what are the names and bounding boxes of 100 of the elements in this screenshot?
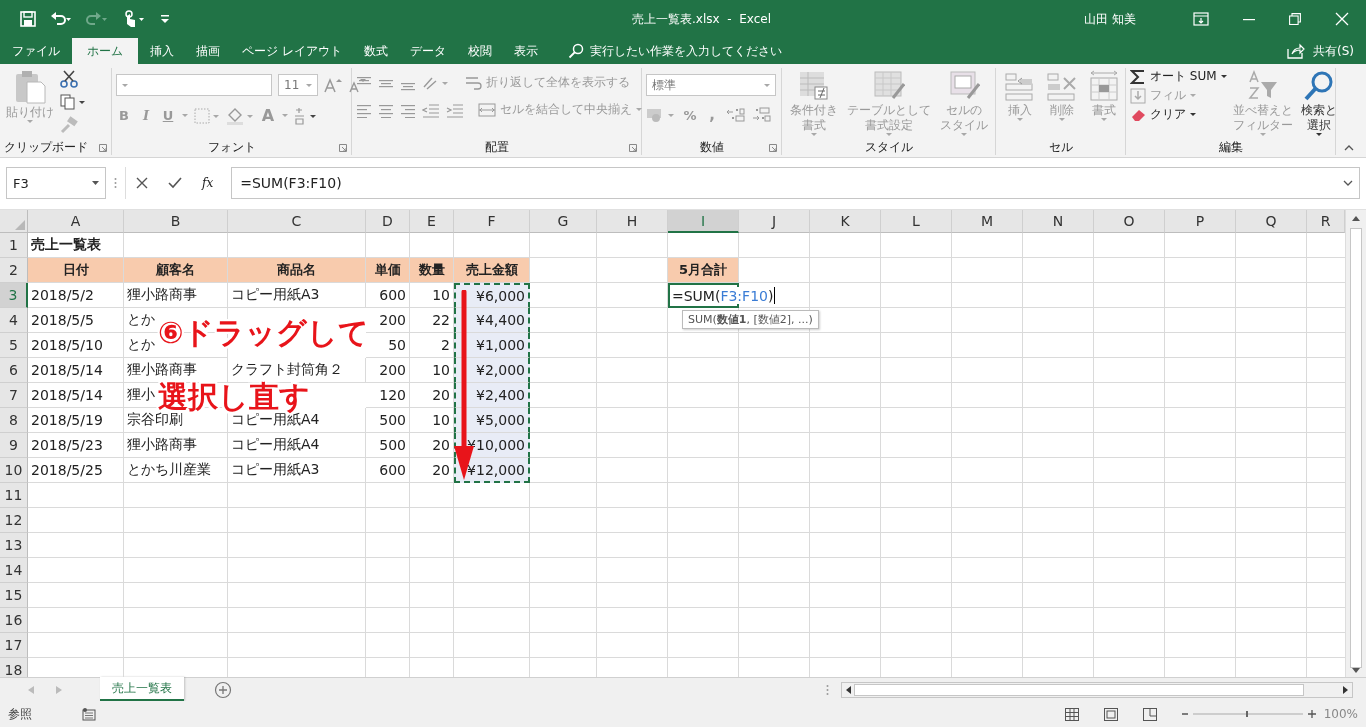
restore-icon[interactable] bbox=[1289, 13, 1301, 25]
column-header[interactable]: Q bbox=[1236, 210, 1307, 233]
copy-icon[interactable] bbox=[60, 94, 86, 110]
dialog-launcher-icon[interactable] bbox=[629, 144, 637, 152]
row-header[interactable]: 18 bbox=[0, 658, 28, 677]
column-header[interactable]: F bbox=[454, 210, 530, 233]
close-icon[interactable] bbox=[1335, 12, 1349, 26]
row-header[interactable]: 2 bbox=[0, 258, 28, 283]
ribbon-tab[interactable]: ホーム bbox=[72, 38, 138, 64]
column-header[interactable]: P bbox=[1165, 210, 1236, 233]
row-header[interactable]: 3 bbox=[0, 283, 28, 308]
shrink-font-icon[interactable] bbox=[348, 77, 366, 93]
undo-icon[interactable] bbox=[50, 11, 72, 27]
ribbon-tab[interactable]: 校閲 bbox=[457, 38, 502, 64]
font-size-field[interactable]: 11 bbox=[278, 74, 318, 96]
column-header[interactable]: K bbox=[810, 210, 881, 233]
column-header[interactable]: D bbox=[366, 210, 410, 233]
touch-icon[interactable] bbox=[122, 10, 146, 28]
phonetic-icon[interactable] bbox=[294, 106, 318, 125]
decrease-decimal-icon[interactable] bbox=[752, 107, 772, 123]
ribbon-display-icon[interactable] bbox=[1193, 12, 1209, 26]
grow-font-icon[interactable] bbox=[324, 77, 342, 93]
row-header[interactable]: 6 bbox=[0, 358, 28, 383]
column-header[interactable]: H bbox=[597, 210, 668, 233]
ribbon-tab[interactable]: ファイル bbox=[2, 38, 70, 64]
row-header[interactable]: 15 bbox=[0, 583, 28, 608]
column-header[interactable]: G bbox=[530, 210, 597, 233]
row-header[interactable]: 12 bbox=[0, 508, 28, 533]
row-header[interactable]: 16 bbox=[0, 608, 28, 633]
row-header[interactable]: 17 bbox=[0, 633, 28, 658]
column-header[interactable]: M bbox=[952, 210, 1023, 233]
increase-decimal-icon[interactable] bbox=[726, 107, 746, 123]
row-header[interactable]: 10 bbox=[0, 458, 28, 483]
row-header[interactable]: 13 bbox=[0, 533, 28, 558]
format-painter-icon[interactable] bbox=[60, 116, 78, 134]
column-header[interactable]: R bbox=[1307, 210, 1345, 233]
formula-field[interactable]: =SUM(F3:F10) bbox=[231, 167, 1360, 199]
increase-indent-icon[interactable] bbox=[446, 101, 464, 118]
customize-icon[interactable] bbox=[160, 13, 170, 25]
row-header[interactable]: 5 bbox=[0, 333, 28, 358]
decrease-indent-icon[interactable] bbox=[422, 101, 440, 118]
column-header[interactable]: E bbox=[410, 210, 454, 233]
ribbon-tab[interactable]: ページ レイアウト bbox=[232, 38, 352, 64]
dialog-launcher-icon[interactable] bbox=[339, 144, 347, 152]
macro-record-icon[interactable] bbox=[82, 707, 96, 721]
column-header[interactable]: N bbox=[1023, 210, 1094, 233]
find-select-button[interactable]: 検索と 選択 bbox=[1298, 68, 1339, 138]
page-layout-icon[interactable] bbox=[1103, 707, 1118, 721]
row-header[interactable]: 8 bbox=[0, 408, 28, 433]
next-sheet-icon[interactable] bbox=[56, 685, 62, 694]
name-box[interactable]: F3 bbox=[6, 167, 106, 199]
redo-icon[interactable] bbox=[86, 11, 108, 27]
horizontal-scrollbar[interactable] bbox=[841, 681, 1353, 698]
row-header[interactable]: 1 bbox=[0, 233, 28, 258]
scroll-up-icon[interactable] bbox=[1352, 216, 1360, 221]
row-header[interactable]: 11 bbox=[0, 483, 28, 508]
ribbon-tab[interactable]: 表示 bbox=[503, 38, 548, 64]
column-header[interactable]: B bbox=[124, 210, 228, 233]
cell-formula[interactable]: =SUM(F3:F10) bbox=[672, 287, 776, 304]
column-header[interactable]: I bbox=[668, 210, 739, 233]
scroll-thumb[interactable] bbox=[854, 683, 1304, 696]
column-header[interactable]: O bbox=[1094, 210, 1165, 233]
column-header[interactable]: C bbox=[228, 210, 366, 233]
row-header[interactable]: 9 bbox=[0, 433, 28, 458]
insert-function-button[interactable]: fx bbox=[202, 176, 214, 190]
column-header[interactable]: L bbox=[881, 210, 952, 233]
zoom-slider-icon[interactable] bbox=[1181, 709, 1318, 719]
ribbon-tab[interactable]: 数式 bbox=[353, 38, 398, 64]
number-format-field[interactable]: 標準 bbox=[646, 74, 776, 96]
currency-icon[interactable] bbox=[646, 106, 676, 124]
cut-icon[interactable] bbox=[60, 70, 78, 88]
page-break-icon[interactable] bbox=[1142, 707, 1157, 721]
sheet-tab[interactable]: 売上一覧表 bbox=[100, 677, 184, 701]
add-sheet-icon[interactable] bbox=[214, 680, 232, 699]
font-name-field[interactable] bbox=[116, 74, 272, 96]
scroll-right-icon[interactable] bbox=[1343, 685, 1348, 694]
row-header[interactable]: 14 bbox=[0, 558, 28, 583]
scroll-thumb[interactable] bbox=[1350, 228, 1362, 668]
column-header[interactable]: J bbox=[739, 210, 810, 233]
ribbon-tab[interactable]: 描画 bbox=[186, 38, 230, 64]
save-icon[interactable] bbox=[20, 11, 36, 27]
scroll-left-icon[interactable] bbox=[846, 685, 851, 694]
share-button[interactable]: 共有(S) bbox=[1275, 38, 1366, 64]
normal-view-icon[interactable] bbox=[1064, 707, 1079, 721]
row-header[interactable]: 4 bbox=[0, 308, 28, 333]
vertical-scrollbar[interactable] bbox=[1345, 210, 1366, 677]
ribbon-tab[interactable]: 挿入 bbox=[140, 38, 184, 64]
ribbon-tab[interactable]: データ bbox=[399, 38, 456, 64]
fill-color-icon[interactable] bbox=[226, 106, 254, 125]
prev-sheet-icon[interactable] bbox=[28, 685, 34, 694]
collapse-ribbon-icon[interactable] bbox=[1344, 145, 1354, 151]
column-header[interactable]: A bbox=[28, 210, 124, 233]
dialog-launcher-icon[interactable] bbox=[769, 144, 777, 152]
row-header[interactable]: 7 bbox=[0, 383, 28, 408]
cancel-icon[interactable] bbox=[136, 177, 148, 189]
autosum-button[interactable]: オート SUM bbox=[1130, 68, 1227, 85]
clear-button[interactable]: クリア bbox=[1130, 106, 1227, 123]
tell-me-field[interactable]: 実行したい作業を入力してください bbox=[567, 38, 782, 64]
dialog-launcher-icon[interactable] bbox=[99, 144, 107, 152]
enter-icon[interactable] bbox=[168, 177, 182, 189]
